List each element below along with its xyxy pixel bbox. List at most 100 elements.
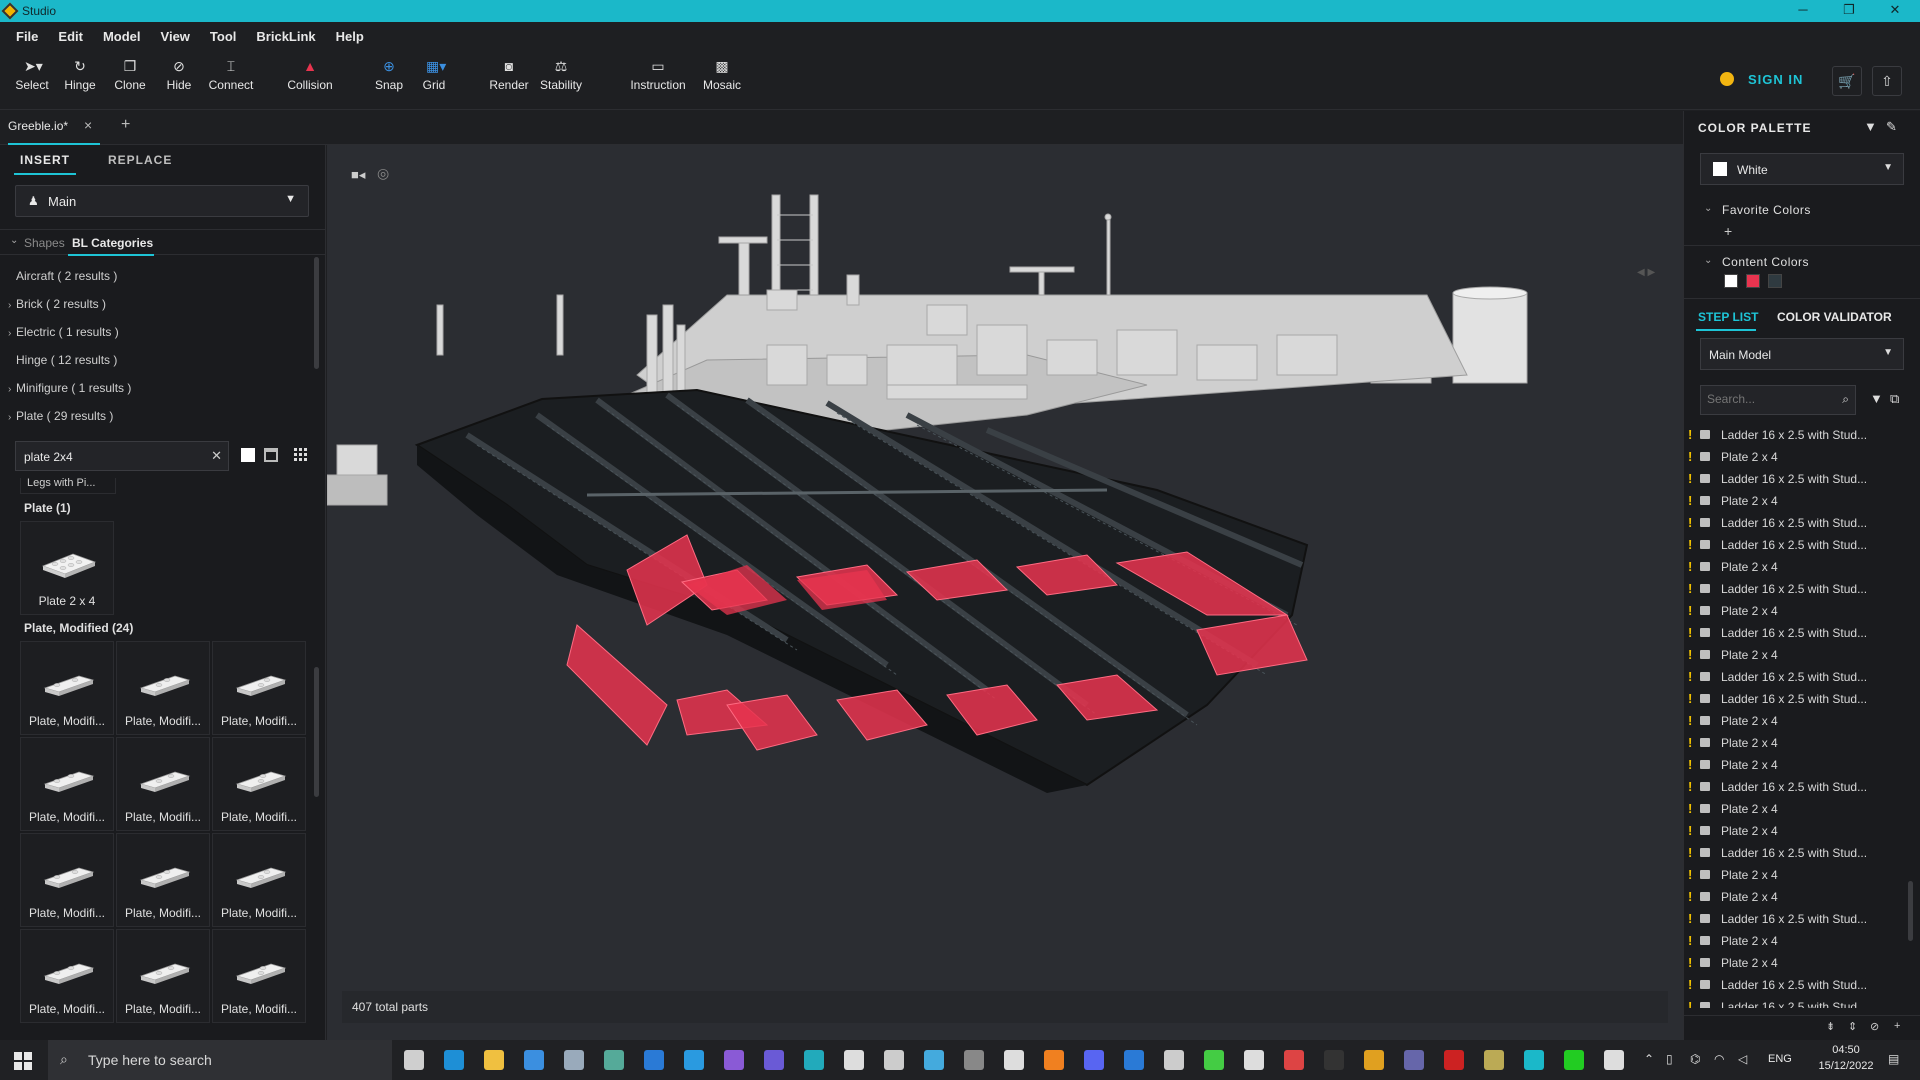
github-icon[interactable] (764, 1050, 784, 1070)
step-list-item[interactable]: ! Plate 2 x 4 (1684, 864, 1904, 886)
part-tile-plate-modified[interactable]: Plate, Modifi... (212, 737, 306, 831)
add-tab-icon[interactable]: + (121, 116, 130, 134)
step-list-item[interactable]: ! Ladder 16 x 2.5 with Stud... (1684, 424, 1904, 446)
paint-icon[interactable] (924, 1050, 944, 1070)
palette-dropdown[interactable]: ♟ Main ▼ (15, 185, 309, 217)
collision-tool-button[interactable]: ▲ Collision (280, 58, 340, 92)
notes-icon[interactable] (1004, 1050, 1024, 1070)
step-list-item[interactable]: ! Plate 2 x 4 (1684, 644, 1904, 666)
step-list-item[interactable]: ! Ladder 16 x 2.5 with Stud... (1684, 512, 1904, 534)
step-list-item[interactable]: ! Plate 2 x 4 (1684, 710, 1904, 732)
restore-button[interactable]: ❐ (1826, 0, 1872, 22)
obs-icon[interactable] (1164, 1050, 1184, 1070)
battery-icon[interactable]: ▯ (1666, 1052, 1673, 1066)
content-color-swatch[interactable] (1746, 274, 1760, 288)
step-list-item[interactable]: ! Plate 2 x 4 (1684, 490, 1904, 512)
link-icon[interactable]: ⧉ (1890, 391, 1899, 407)
upload-icon[interactable]: ⇧ (1872, 66, 1902, 96)
step-list-item[interactable]: ! Ladder 16 x 2.5 with Stud... (1684, 908, 1904, 930)
document-tab[interactable]: Greeble.io* (8, 119, 68, 133)
wifi-icon[interactable]: ◠ (1714, 1052, 1724, 1066)
menu-bricklink[interactable]: BrickLink (246, 29, 325, 44)
eyedropper-icon[interactable]: ✎ (1886, 119, 1897, 135)
menu-help[interactable]: Help (326, 29, 374, 44)
visibility-icon[interactable]: ⊘ (1870, 1020, 1879, 1033)
step-list-item[interactable]: ! Plate 2 x 4 (1684, 732, 1904, 754)
unity-icon[interactable] (1244, 1050, 1264, 1070)
3d-viewport[interactable]: ■◂ ◎ ◀ ▶ 407 total parts (327, 145, 1683, 1040)
remote-icon[interactable] (604, 1050, 624, 1070)
content-color-swatch[interactable] (1768, 274, 1782, 288)
store-icon[interactable] (524, 1050, 544, 1070)
focus-target-icon[interactable]: ◎ (377, 165, 389, 182)
medium-tile-view-icon[interactable] (264, 448, 278, 462)
menu-model[interactable]: Model (93, 29, 151, 44)
step-list-item[interactable]: ! Plate 2 x 4 (1684, 930, 1904, 952)
step-search-input[interactable] (1707, 392, 1827, 406)
part-tile-plate-modified[interactable]: Plate, Modifi... (20, 929, 114, 1023)
parts-scrollbar[interactable] (314, 667, 319, 797)
taskbar-search-box[interactable]: ⌕ Type here to search (48, 1040, 392, 1080)
clock-date[interactable]: 15/12/2022 (1814, 1060, 1878, 1072)
blender-icon[interactable] (1044, 1050, 1064, 1070)
sign-in-button[interactable]: SIGN IN (1748, 72, 1803, 87)
render-tool-button[interactable]: ◙ Render (479, 58, 539, 92)
step-list-item[interactable]: ! Plate 2 x 4 (1684, 446, 1904, 468)
tab-bl-categories[interactable]: BL Categories (72, 236, 153, 250)
infinity-icon[interactable] (804, 1050, 824, 1070)
stability-tool-button[interactable]: ⚖ Stability (531, 58, 591, 92)
part-search-input[interactable]: plate 2x4 ✕ (15, 441, 229, 471)
category-item[interactable]: › Electric ( 1 results ) (8, 325, 119, 339)
add-step-icon[interactable]: + (1894, 1020, 1900, 1032)
step-list-item[interactable]: ! Ladder 16 x 2.5 with Stud... (1684, 776, 1904, 798)
windows-start-icon[interactable] (14, 1052, 32, 1070)
collapse-icon[interactable]: ⇟ (1826, 1020, 1835, 1033)
notification-icon[interactable]: ▤ (1888, 1052, 1899, 1066)
vs-code-alt-icon[interactable] (1604, 1050, 1624, 1070)
part-tile-plate-modified[interactable]: Plate, Modifi... (116, 737, 210, 831)
spotify-icon[interactable] (1564, 1050, 1584, 1070)
paint-bucket-icon[interactable]: ▼ (1864, 119, 1877, 134)
rocket-icon[interactable] (884, 1050, 904, 1070)
clock-time[interactable]: 04:50 (1814, 1044, 1878, 1056)
chevron-down-icon[interactable]: ⌄ (10, 235, 18, 246)
step-list-item[interactable]: ! Plate 2 x 4 (1684, 820, 1904, 842)
step-list-scrollbar[interactable] (1908, 881, 1913, 941)
part-tile-plate-modified[interactable]: Plate, Modifi... (116, 641, 210, 735)
part-tile-plate-2x4[interactable]: Plate 2 x 4 (20, 521, 114, 615)
step-list-item[interactable]: ! Ladder 16 x 2.5 with Stud... (1684, 622, 1904, 644)
tab-color-validator[interactable]: COLOR VALIDATOR (1777, 310, 1892, 324)
large-tile-view-icon[interactable] (241, 448, 255, 462)
category-item[interactable]: Aircraft ( 2 results ) (8, 269, 117, 283)
menu-edit[interactable]: Edit (48, 29, 93, 44)
part-tile-plate-modified[interactable]: Plate, Modifi... (116, 833, 210, 927)
chevron-down-icon[interactable]: ⌄ (1704, 255, 1712, 266)
part-tile-plate-modified[interactable]: Plate, Modifi... (116, 929, 210, 1023)
tab-shapes[interactable]: Shapes (24, 236, 65, 250)
minecraft-icon[interactable] (1484, 1050, 1504, 1070)
add-favorite-color-icon[interactable]: + (1724, 223, 1732, 239)
file-explorer-icon[interactable] (484, 1050, 504, 1070)
minimize-button[interactable]: ─ (1780, 0, 1826, 22)
xbox-icon[interactable] (1204, 1050, 1224, 1070)
part-tile-plate-modified[interactable]: Plate, Modifi... (20, 737, 114, 831)
step-list-item[interactable]: ! Ladder 16 x 2.5 with Stud... (1684, 468, 1904, 490)
warcraft-icon[interactable] (1364, 1050, 1384, 1070)
discord-icon[interactable] (1084, 1050, 1104, 1070)
category-item[interactable]: Hinge ( 12 results ) (8, 353, 117, 367)
category-item[interactable]: › Plate ( 29 results ) (8, 409, 113, 423)
mosaic-tool-button[interactable]: ▩ Mosaic (692, 58, 752, 92)
camera-view-icon[interactable]: ■◂ (351, 167, 365, 183)
steam-icon[interactable] (1124, 1050, 1144, 1070)
step-list-item[interactable]: ! Plate 2 x 4 (1684, 556, 1904, 578)
part-tile-plate-modified[interactable]: Plate, Modifi... (20, 833, 114, 927)
task-view-icon[interactable] (404, 1050, 424, 1070)
model-dropdown[interactable]: Main Model ▼ (1700, 338, 1904, 370)
step-list-item[interactable]: ! Plate 2 x 4 (1684, 952, 1904, 974)
tab-insert[interactable]: INSERT (20, 153, 70, 167)
tab-step-list[interactable]: STEP LIST (1698, 310, 1758, 324)
part-tile-plate-modified[interactable]: Plate, Modifi... (20, 641, 114, 735)
excel-icon[interactable] (844, 1050, 864, 1070)
grid-view-icon[interactable] (294, 448, 308, 462)
studio-taskbar-icon[interactable] (1524, 1050, 1544, 1070)
